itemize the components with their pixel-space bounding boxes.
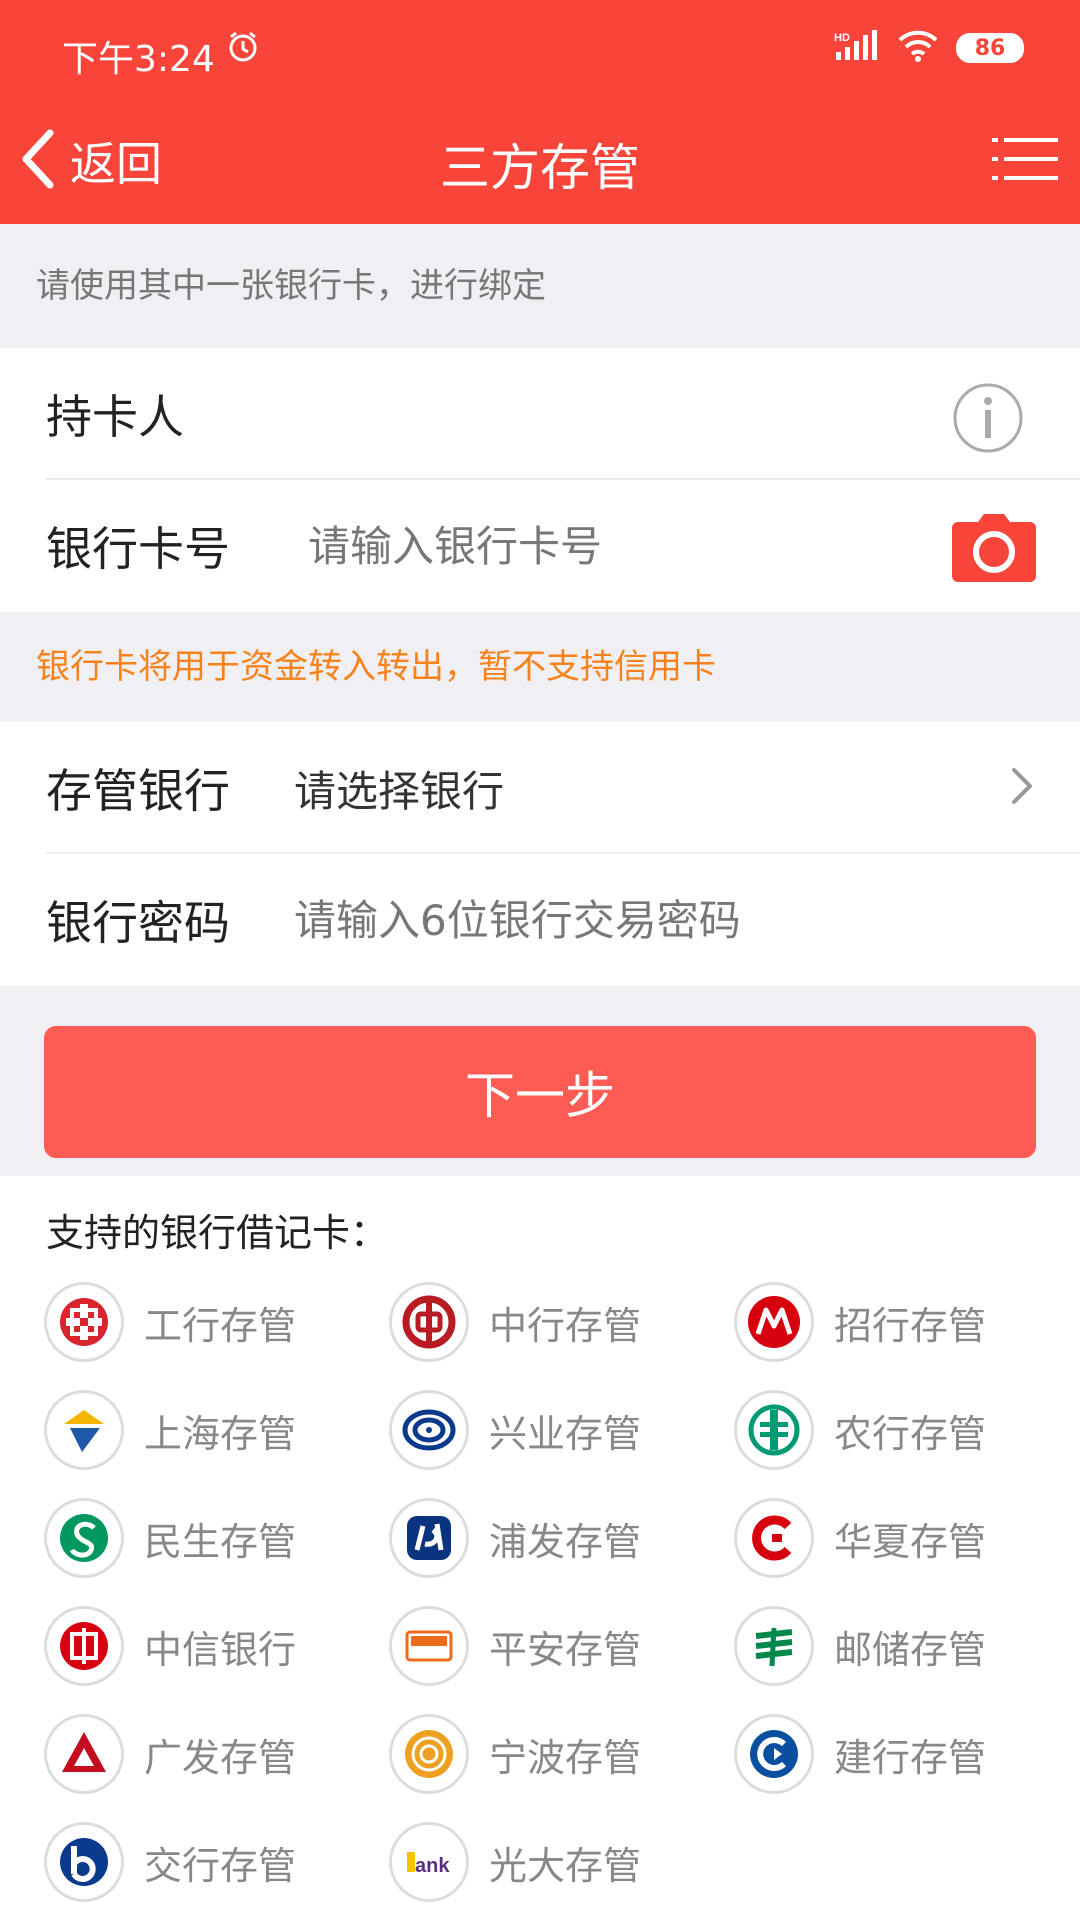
bank-select-value: 请选择银行 — [294, 766, 505, 816]
card-warning: 银行卡将用于资金转入转出，暂不支持信用卡 — [36, 647, 716, 687]
bank-name: 工行存管 — [144, 1303, 297, 1348]
svg-text:ank: ank — [415, 1855, 450, 1877]
citic-logo-icon — [44, 1606, 124, 1686]
bank-item-3[interactable]: 招行存管 — [734, 1268, 1079, 1376]
bank-name: 中行存管 — [489, 1303, 642, 1348]
status-time: 下午3:24 — [62, 39, 215, 80]
boc-logo-icon — [389, 1282, 469, 1362]
bank-item-13[interactable]: 广发存管 — [44, 1700, 389, 1808]
bank-item-2[interactable]: 中行存管 — [389, 1268, 734, 1376]
bank-info-section: 存管银行 请选择银行 银行密码 — [0, 722, 1080, 986]
bank-name: 平安存管 — [489, 1627, 642, 1672]
list-menu-icon — [992, 138, 1058, 186]
nav-bar: 返回 三方存管 — [0, 100, 1080, 224]
chevron-left-icon — [20, 129, 56, 193]
bank-select-label: 存管银行 — [46, 764, 230, 818]
nbcb-logo-icon — [389, 1714, 469, 1794]
bank-item-4[interactable]: 上海存管 — [44, 1376, 389, 1484]
status-bar: 下午3:24 HD 86 — [0, 0, 1080, 100]
chevron-right-icon — [1010, 766, 1034, 810]
bank-item-15[interactable]: 建行存管 — [734, 1700, 1079, 1808]
bank-name: 光大存管 — [489, 1843, 642, 1888]
icbc-logo-icon — [44, 1282, 124, 1362]
bank-item-12[interactable]: 邮储存管 — [734, 1592, 1079, 1700]
card-holder-label: 持卡人 — [46, 390, 184, 444]
bank-name: 招行存管 — [834, 1303, 987, 1348]
bank-name: 中信银行 — [144, 1627, 297, 1672]
bank-name: 上海存管 — [144, 1411, 297, 1456]
page-title: 三方存管 — [440, 139, 640, 197]
bank-item-8[interactable]: 浦发存管 — [389, 1484, 734, 1592]
pingan-logo-icon — [389, 1606, 469, 1686]
cmb-logo-icon — [734, 1282, 814, 1362]
spdb-logo-icon — [389, 1498, 469, 1578]
card-number-input[interactable] — [308, 521, 928, 571]
psbc-logo-icon — [734, 1606, 814, 1686]
bank-name: 兴业存管 — [489, 1411, 642, 1456]
bank-item-1[interactable]: 工行存管 — [44, 1268, 389, 1376]
binding-hint: 请使用其中一张银行卡，进行绑定 — [36, 266, 546, 306]
battery-indicator: 86 — [956, 33, 1024, 63]
bank-name: 浦发存管 — [489, 1519, 642, 1564]
info-icon[interactable] — [952, 382, 1024, 458]
card-holder-row: 持卡人 — [0, 348, 1080, 480]
bank-item-7[interactable]: 民生存管 — [44, 1484, 389, 1592]
bank-password-label: 银行密码 — [46, 896, 230, 950]
svg-text:HD: HD — [834, 32, 850, 44]
cmbc-logo-icon — [44, 1498, 124, 1578]
card-number-row: 银行卡号 — [0, 480, 1080, 612]
cib-logo-icon — [389, 1390, 469, 1470]
bank-item-14[interactable]: 宁波存管 — [389, 1700, 734, 1808]
bank-name: 交行存管 — [144, 1843, 297, 1888]
bank-item-11[interactable]: 平安存管 — [389, 1592, 734, 1700]
supported-banks-section: 支持的银行借记卡： 工行存管 中行存管 招行存管 上海存管 兴业存管 农行存管 — [0, 1176, 1080, 1920]
ceb-logo-icon: ank — [389, 1822, 469, 1902]
bank-item-5[interactable]: 兴业存管 — [389, 1376, 734, 1484]
cgb-logo-icon — [44, 1714, 124, 1794]
card-number-label: 银行卡号 — [46, 522, 230, 576]
next-step-button[interactable]: 下一步 — [44, 1026, 1036, 1158]
bank-grid: 工行存管 中行存管 招行存管 上海存管 兴业存管 农行存管 民生存管 浦发存管 … — [44, 1268, 1080, 1916]
bocom-logo-icon — [44, 1822, 124, 1902]
bank-name: 广发存管 — [144, 1735, 297, 1780]
abc-logo-icon — [734, 1390, 814, 1470]
bosc-logo-icon — [44, 1390, 124, 1470]
bank-name: 华夏存管 — [834, 1519, 987, 1564]
bank-name: 邮储存管 — [834, 1627, 987, 1672]
bank-name: 宁波存管 — [489, 1735, 642, 1780]
signal-icon: HD — [834, 30, 880, 66]
bank-password-input[interactable] — [294, 895, 914, 945]
menu-button[interactable] — [992, 136, 1058, 186]
alarm-icon — [226, 30, 260, 68]
status-icons: HD 86 — [834, 30, 1024, 66]
camera-icon[interactable] — [952, 514, 1036, 586]
card-info-section: 持卡人 银行卡号 — [0, 348, 1080, 612]
back-button[interactable]: 返回 — [20, 128, 162, 194]
wifi-icon — [898, 30, 938, 66]
bank-item-17[interactable]: ank 光大存管 — [389, 1808, 734, 1916]
back-label: 返回 — [70, 137, 162, 191]
hxb-logo-icon — [734, 1498, 814, 1578]
supported-banks-heading: 支持的银行借记卡： — [46, 1211, 389, 1255]
bank-item-16[interactable]: 交行存管 — [44, 1808, 389, 1916]
bank-name: 建行存管 — [834, 1735, 987, 1780]
bank-name: 民生存管 — [144, 1519, 297, 1564]
bank-select-row[interactable]: 存管银行 请选择银行 — [0, 722, 1080, 854]
bank-item-6[interactable]: 农行存管 — [734, 1376, 1079, 1484]
bank-item-9[interactable]: 华夏存管 — [734, 1484, 1079, 1592]
bank-name: 农行存管 — [834, 1411, 987, 1456]
bank-password-row: 银行密码 — [0, 854, 1080, 986]
bank-item-10[interactable]: 中信银行 — [44, 1592, 389, 1700]
ccb-logo-icon — [734, 1714, 814, 1794]
